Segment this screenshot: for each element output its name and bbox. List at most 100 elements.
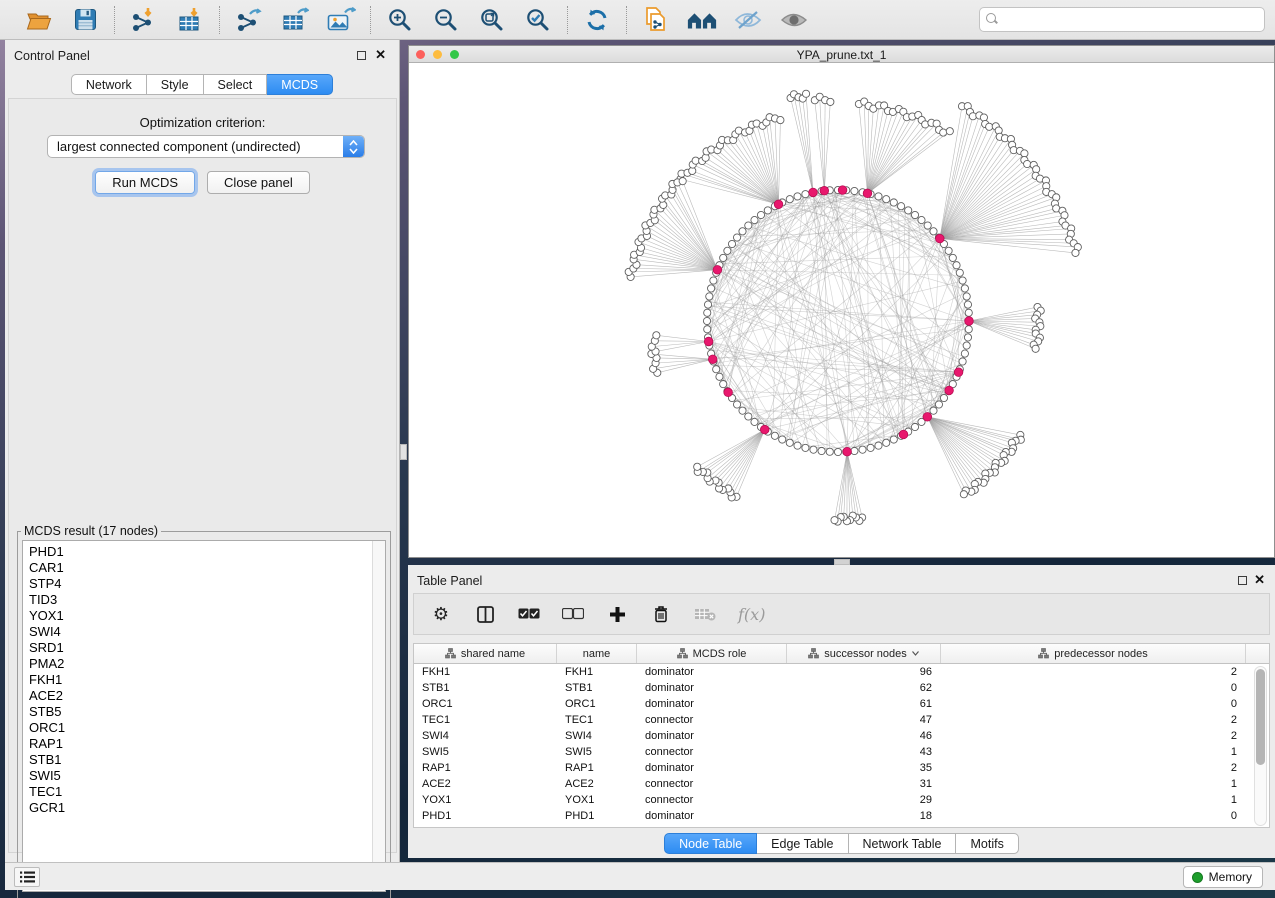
table-row[interactable]: RAP1RAP1dominator352 — [414, 760, 1269, 776]
mcds-result-item[interactable]: TEC1 — [23, 784, 385, 800]
tab-motifs[interactable]: Motifs — [956, 833, 1018, 854]
zoom-fit-button[interactable] — [476, 5, 508, 35]
column-header-shared-name[interactable]: shared name — [414, 644, 557, 663]
memory-status-icon — [1192, 872, 1203, 883]
control-panel-title: Control Panel — [14, 49, 90, 63]
column-header-successor-nodes[interactable]: successor nodes — [787, 644, 941, 663]
zoom-out-button[interactable] — [430, 5, 462, 35]
close-table-panel-icon[interactable]: ✕ — [1254, 573, 1265, 587]
mcds-result-item[interactable]: PHD1 — [23, 544, 385, 560]
result-list-scrollbar[interactable] — [372, 541, 385, 891]
run-mcds-button[interactable]: Run MCDS — [95, 171, 195, 194]
tab-network-table[interactable]: Network Table — [849, 833, 957, 854]
mcds-result-item[interactable]: SRD1 — [23, 640, 385, 656]
deselect-all-icon — [562, 608, 584, 620]
cell: 2 — [941, 712, 1246, 728]
tab-edge-table[interactable]: Edge Table — [757, 833, 848, 854]
import-network-button[interactable] — [128, 5, 160, 35]
deselect-all-rows-button[interactable] — [562, 601, 584, 627]
table-row[interactable]: ORC1ORC1dominator610 — [414, 696, 1269, 712]
vertical-splitter-handle[interactable] — [400, 444, 407, 460]
mcds-result-item[interactable]: STB1 — [23, 752, 385, 768]
mcds-result-item[interactable]: ACE2 — [23, 688, 385, 704]
mcds-result-box: MCDS result (17 nodes) PHD1CAR1STP4TID3Y… — [17, 524, 391, 898]
tab-node-table[interactable]: Node Table — [664, 833, 757, 854]
search-input[interactable] — [1004, 13, 1258, 27]
refresh-view-button[interactable] — [581, 5, 613, 35]
table-row[interactable]: ACE2ACE2connector311 — [414, 776, 1269, 792]
mcds-result-item[interactable]: RAP1 — [23, 736, 385, 752]
duplicate-network-button[interactable] — [640, 5, 672, 35]
table-row[interactable]: SWI5SWI5connector431 — [414, 744, 1269, 760]
float-panel-icon[interactable] — [357, 51, 366, 60]
criterion-dropdown[interactable]: largest connected component (undirected) — [47, 135, 365, 158]
delete-table-button[interactable] — [694, 601, 716, 627]
hide-selected-button[interactable] — [732, 5, 764, 35]
float-table-panel-icon[interactable] — [1238, 576, 1247, 585]
mcds-result-item[interactable]: SWI5 — [23, 768, 385, 784]
select-all-rows-button[interactable] — [518, 601, 540, 627]
import-table-button[interactable] — [174, 5, 206, 35]
table-scrollbar-thumb[interactable] — [1256, 669, 1265, 765]
mcds-result-item[interactable]: CAR1 — [23, 560, 385, 576]
table-panel-tabs: Node TableEdge TableNetwork TableMotifs — [664, 833, 1019, 854]
network-canvas[interactable] — [409, 63, 1274, 557]
zoom-out-icon — [433, 7, 459, 33]
node-table[interactable]: shared namenameMCDS rolesuccessor nodesp… — [413, 643, 1270, 828]
mcds-result-item[interactable]: TID3 — [23, 592, 385, 608]
export-table-button[interactable] — [279, 5, 311, 35]
tab-network[interactable]: Network — [71, 74, 147, 95]
column-header-name[interactable]: name — [557, 644, 637, 663]
close-panel-button[interactable]: Close panel — [207, 171, 310, 194]
show-columns-button[interactable] — [474, 601, 496, 627]
mcds-result-item[interactable]: STP4 — [23, 576, 385, 592]
zoom-in-button[interactable] — [384, 5, 416, 35]
mcds-result-item[interactable]: FKH1 — [23, 672, 385, 688]
first-neighbors-button[interactable] — [686, 5, 718, 35]
open-file-button[interactable] — [23, 5, 55, 35]
network-window-titlebar[interactable]: YPA_prune.txt_1 — [409, 46, 1274, 63]
cell: dominator — [637, 728, 787, 744]
table-row[interactable]: FKH1FKH1dominator962 — [414, 664, 1269, 680]
table-scrollbar[interactable] — [1254, 666, 1267, 826]
refresh-icon — [584, 7, 610, 33]
column-header-MCDS-role[interactable]: MCDS role — [637, 644, 787, 663]
save-session-button[interactable] — [69, 5, 101, 35]
close-panel-icon[interactable]: ✕ — [375, 48, 386, 62]
network-search-field[interactable] — [979, 7, 1265, 32]
cell: SWI4 — [557, 728, 637, 744]
mcds-result-list[interactable]: PHD1CAR1STP4TID3YOX1SWI4SRD1PMA2FKH1ACE2… — [22, 540, 386, 892]
tab-select[interactable]: Select — [204, 74, 268, 95]
eye-icon — [779, 9, 809, 31]
mcds-result-item[interactable]: YOX1 — [23, 608, 385, 624]
table-row[interactable]: SWI4SWI4dominator462 — [414, 728, 1269, 744]
zoom-selected-button[interactable] — [522, 5, 554, 35]
task-history-button[interactable] — [14, 867, 40, 887]
cell: connector — [637, 776, 787, 792]
export-image-button[interactable] — [325, 5, 357, 35]
mcds-result-item[interactable]: GCR1 — [23, 800, 385, 816]
table-row[interactable]: STB1STB1dominator620 — [414, 680, 1269, 696]
table-settings-button[interactable]: ⚙ — [430, 601, 452, 627]
column-header-predecessor-nodes[interactable]: predecessor nodes — [941, 644, 1246, 663]
fx-icon: f(x) — [738, 605, 765, 624]
table-row[interactable]: PHD1PHD1dominator180 — [414, 808, 1269, 824]
table-row[interactable]: TEC1TEC1connector472 — [414, 712, 1269, 728]
mcds-result-item[interactable]: ORC1 — [23, 720, 385, 736]
add-column-button[interactable] — [606, 601, 628, 627]
tab-mcds[interactable]: MCDS — [267, 74, 333, 95]
memory-button[interactable]: Memory — [1183, 866, 1263, 888]
cell: dominator — [637, 760, 787, 776]
show-all-button[interactable] — [778, 5, 810, 35]
tab-style[interactable]: Style — [147, 74, 204, 95]
save-floppy-icon — [74, 8, 97, 31]
table-row[interactable]: YOX1YOX1connector291 — [414, 792, 1269, 808]
function-builder-button[interactable]: f(x) — [738, 601, 765, 627]
control-panel-titlebar: Control Panel ✕ — [5, 40, 399, 70]
mcds-result-item[interactable]: STB5 — [23, 704, 385, 720]
mcds-result-item[interactable]: SWI4 — [23, 624, 385, 640]
delete-column-button[interactable] — [650, 601, 672, 627]
mcds-result-item[interactable]: PMA2 — [23, 656, 385, 672]
tree-icon — [445, 648, 456, 659]
export-network-button[interactable] — [233, 5, 265, 35]
